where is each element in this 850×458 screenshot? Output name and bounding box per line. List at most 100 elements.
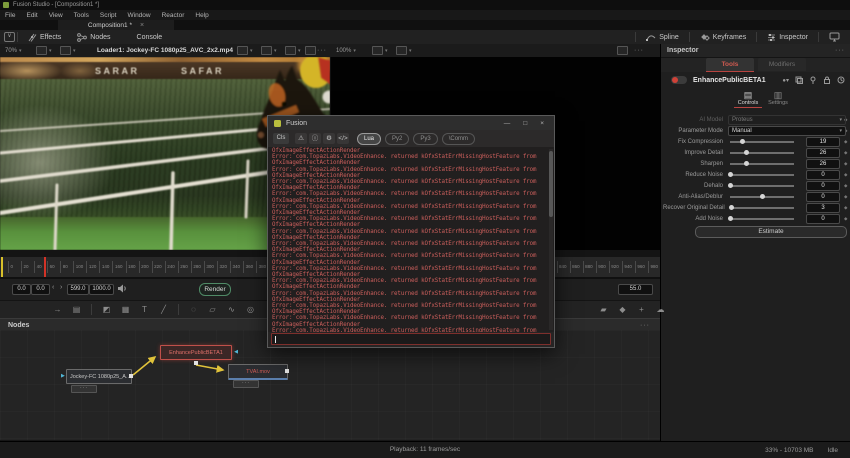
menu-help[interactable]: Help <box>195 12 208 19</box>
keyframe-diamond-icon[interactable]: ◆ <box>844 194 847 200</box>
background-icon[interactable]: ◩ <box>99 304 114 316</box>
menu-reactor[interactable]: Reactor <box>162 12 185 19</box>
saver-icon[interactable]: ▤ <box>69 304 84 316</box>
versions-icon[interactable] <box>795 76 803 84</box>
bspline-mask-icon[interactable]: ∿ <box>224 304 239 316</box>
shape-3d-icon[interactable]: ◆ <box>615 304 630 316</box>
render-end-field[interactable]: 599.0 <box>67 284 89 295</box>
menu-window[interactable]: Window <box>127 12 150 19</box>
parameter-mode-dropdown[interactable]: Manual▾ <box>728 126 846 136</box>
brightness-icon[interactable]: ◎ <box>243 304 258 316</box>
anti-alias-deblur-slider[interactable] <box>730 196 794 198</box>
console-input[interactable] <box>271 333 551 345</box>
tab-tools[interactable]: Tools <box>706 58 754 72</box>
node-tvai-mov[interactable]: TVAI.mov··· <box>228 364 288 380</box>
toolbar-toggle-icon[interactable]: ∨ <box>4 32 15 42</box>
pin-icon[interactable] <box>809 76 817 84</box>
presentation-button[interactable] <box>821 30 850 44</box>
text-icon[interactable]: T <box>137 304 152 316</box>
node-thumbnail-bar[interactable]: ··· <box>233 380 259 388</box>
right-viewer-buffer-a[interactable]: ▾ <box>372 44 388 57</box>
add-noise-slider[interactable] <box>730 218 794 220</box>
menu-script[interactable]: Script <box>100 12 117 19</box>
keyframe-diamond-icon[interactable]: ◆ <box>844 150 847 156</box>
reset-icon[interactable] <box>837 76 845 84</box>
left-viewer-fit[interactable] <box>305 44 316 57</box>
keyframe-diamond-icon[interactable]: ◆ <box>844 205 847 211</box>
lang-comm[interactable]: \Comm <box>442 133 475 145</box>
right-viewer-zoom-select[interactable]: 100%▾ <box>336 44 356 57</box>
keyframe-diamond-icon[interactable]: ◆ <box>844 183 847 189</box>
improve-detail-value[interactable]: 26 <box>806 148 840 158</box>
node-enhancepublicbeta1[interactable]: EnhancePublicBETA1◀ <box>160 345 232 360</box>
lang-py2[interactable]: Py2 <box>385 133 409 145</box>
console-titlebar[interactable]: Fusion — □ × <box>268 116 554 131</box>
slider-thumb[interactable] <box>728 172 733 177</box>
spline-button[interactable]: Spline <box>638 30 686 44</box>
menu-edit[interactable]: Edit <box>26 12 37 19</box>
menu-tools[interactable]: Tools <box>74 12 89 19</box>
lang-py3[interactable]: Py3 <box>413 133 437 145</box>
loader-icon[interactable]: → <box>50 304 65 316</box>
inspector-options[interactable]: ··· <box>835 47 845 54</box>
global-end-field[interactable]: 1000.0 <box>89 284 114 295</box>
left-viewer-roi[interactable]: ▾ <box>237 44 253 57</box>
ellipse-mask-icon[interactable]: ◌ <box>186 304 201 316</box>
reduce-noise-value[interactable]: 0 <box>806 170 840 180</box>
maximize-button[interactable]: □ <box>523 120 527 127</box>
node-enable-toggle[interactable] <box>671 76 687 84</box>
fix-compression-value[interactable]: 19 <box>806 137 840 147</box>
console-scrollbar[interactable] <box>549 149 553 330</box>
dehalo-value[interactable]: 0 <box>806 181 840 191</box>
audio-icon[interactable] <box>117 284 127 293</box>
script-io-icon[interactable]: </> <box>337 133 349 144</box>
slider-thumb[interactable] <box>729 205 734 210</box>
warnings-filter-icon[interactable]: ⚠ <box>295 133 307 144</box>
recover-original-detail-value[interactable]: 3 <box>806 203 840 213</box>
lock-icon[interactable] <box>823 76 831 84</box>
console-button[interactable]: Console <box>129 30 171 44</box>
sharpen-value[interactable]: 26 <box>806 159 840 169</box>
playhead[interactable] <box>44 257 46 277</box>
paint-icon[interactable]: ╱ <box>156 304 171 316</box>
anti-alias-deblur-value[interactable]: 0 <box>806 192 840 202</box>
keyframe-diamond-icon[interactable]: ◆ <box>844 216 847 222</box>
step-forward-button[interactable]: › <box>60 284 62 291</box>
close-button[interactable]: × <box>540 120 544 127</box>
output-connector[interactable] <box>129 374 133 378</box>
slider-thumb[interactable] <box>744 150 749 155</box>
scrollbar-thumb[interactable] <box>549 151 553 217</box>
add-noise-value[interactable]: 0 <box>806 214 840 224</box>
input-arrow-icon[interactable]: ▶ <box>61 373 65 379</box>
render-button[interactable]: Render <box>199 283 231 296</box>
step-back-button[interactable]: ‹ <box>52 284 54 291</box>
tab-composition1[interactable]: Composition1 * × <box>58 20 174 30</box>
color-dot-dropdown[interactable]: ●▾ <box>782 77 789 84</box>
polygon-mask-icon[interactable]: ▱ <box>205 304 220 316</box>
tab-controls[interactable]: ▤ Controls <box>733 90 763 106</box>
tab-settings[interactable]: ▥ Settings <box>763 90 793 106</box>
estimate-button[interactable]: Estimate <box>695 226 847 238</box>
right-viewer-options[interactable]: ··· <box>634 44 644 57</box>
nodes-panel-options[interactable]: ··· <box>640 322 650 329</box>
settings-icon[interactable]: ⚙ <box>323 133 335 144</box>
improve-detail-slider[interactable] <box>730 152 794 154</box>
slider-thumb[interactable] <box>740 139 745 144</box>
effects-button[interactable]: Effects <box>20 30 69 44</box>
inspector-button[interactable]: Inspector <box>759 30 816 44</box>
slider-thumb[interactable] <box>744 161 749 166</box>
render-range-start-marker[interactable] <box>1 257 3 277</box>
left-viewer-channels[interactable]: ▾ <box>285 44 301 57</box>
menu-file[interactable]: File <box>5 12 15 19</box>
keyframe-diamond-icon[interactable]: ◆ <box>844 161 847 167</box>
keyframe-diamond-icon[interactable]: ◆ <box>844 139 847 145</box>
clear-console-button[interactable]: Cls <box>273 133 289 144</box>
right-viewer-buffer-b[interactable]: ▾ <box>396 44 412 57</box>
right-viewer-fit[interactable] <box>617 44 628 57</box>
node-thumbnail-bar[interactable]: ··· <box>71 385 97 393</box>
keyframes-button[interactable]: Keyframes <box>692 30 754 44</box>
tab-modifiers[interactable]: Modifiers <box>758 58 806 71</box>
output-connector[interactable] <box>285 369 289 373</box>
global-start-field[interactable]: 0.0 <box>12 284 31 295</box>
dehalo-slider[interactable] <box>730 185 794 187</box>
